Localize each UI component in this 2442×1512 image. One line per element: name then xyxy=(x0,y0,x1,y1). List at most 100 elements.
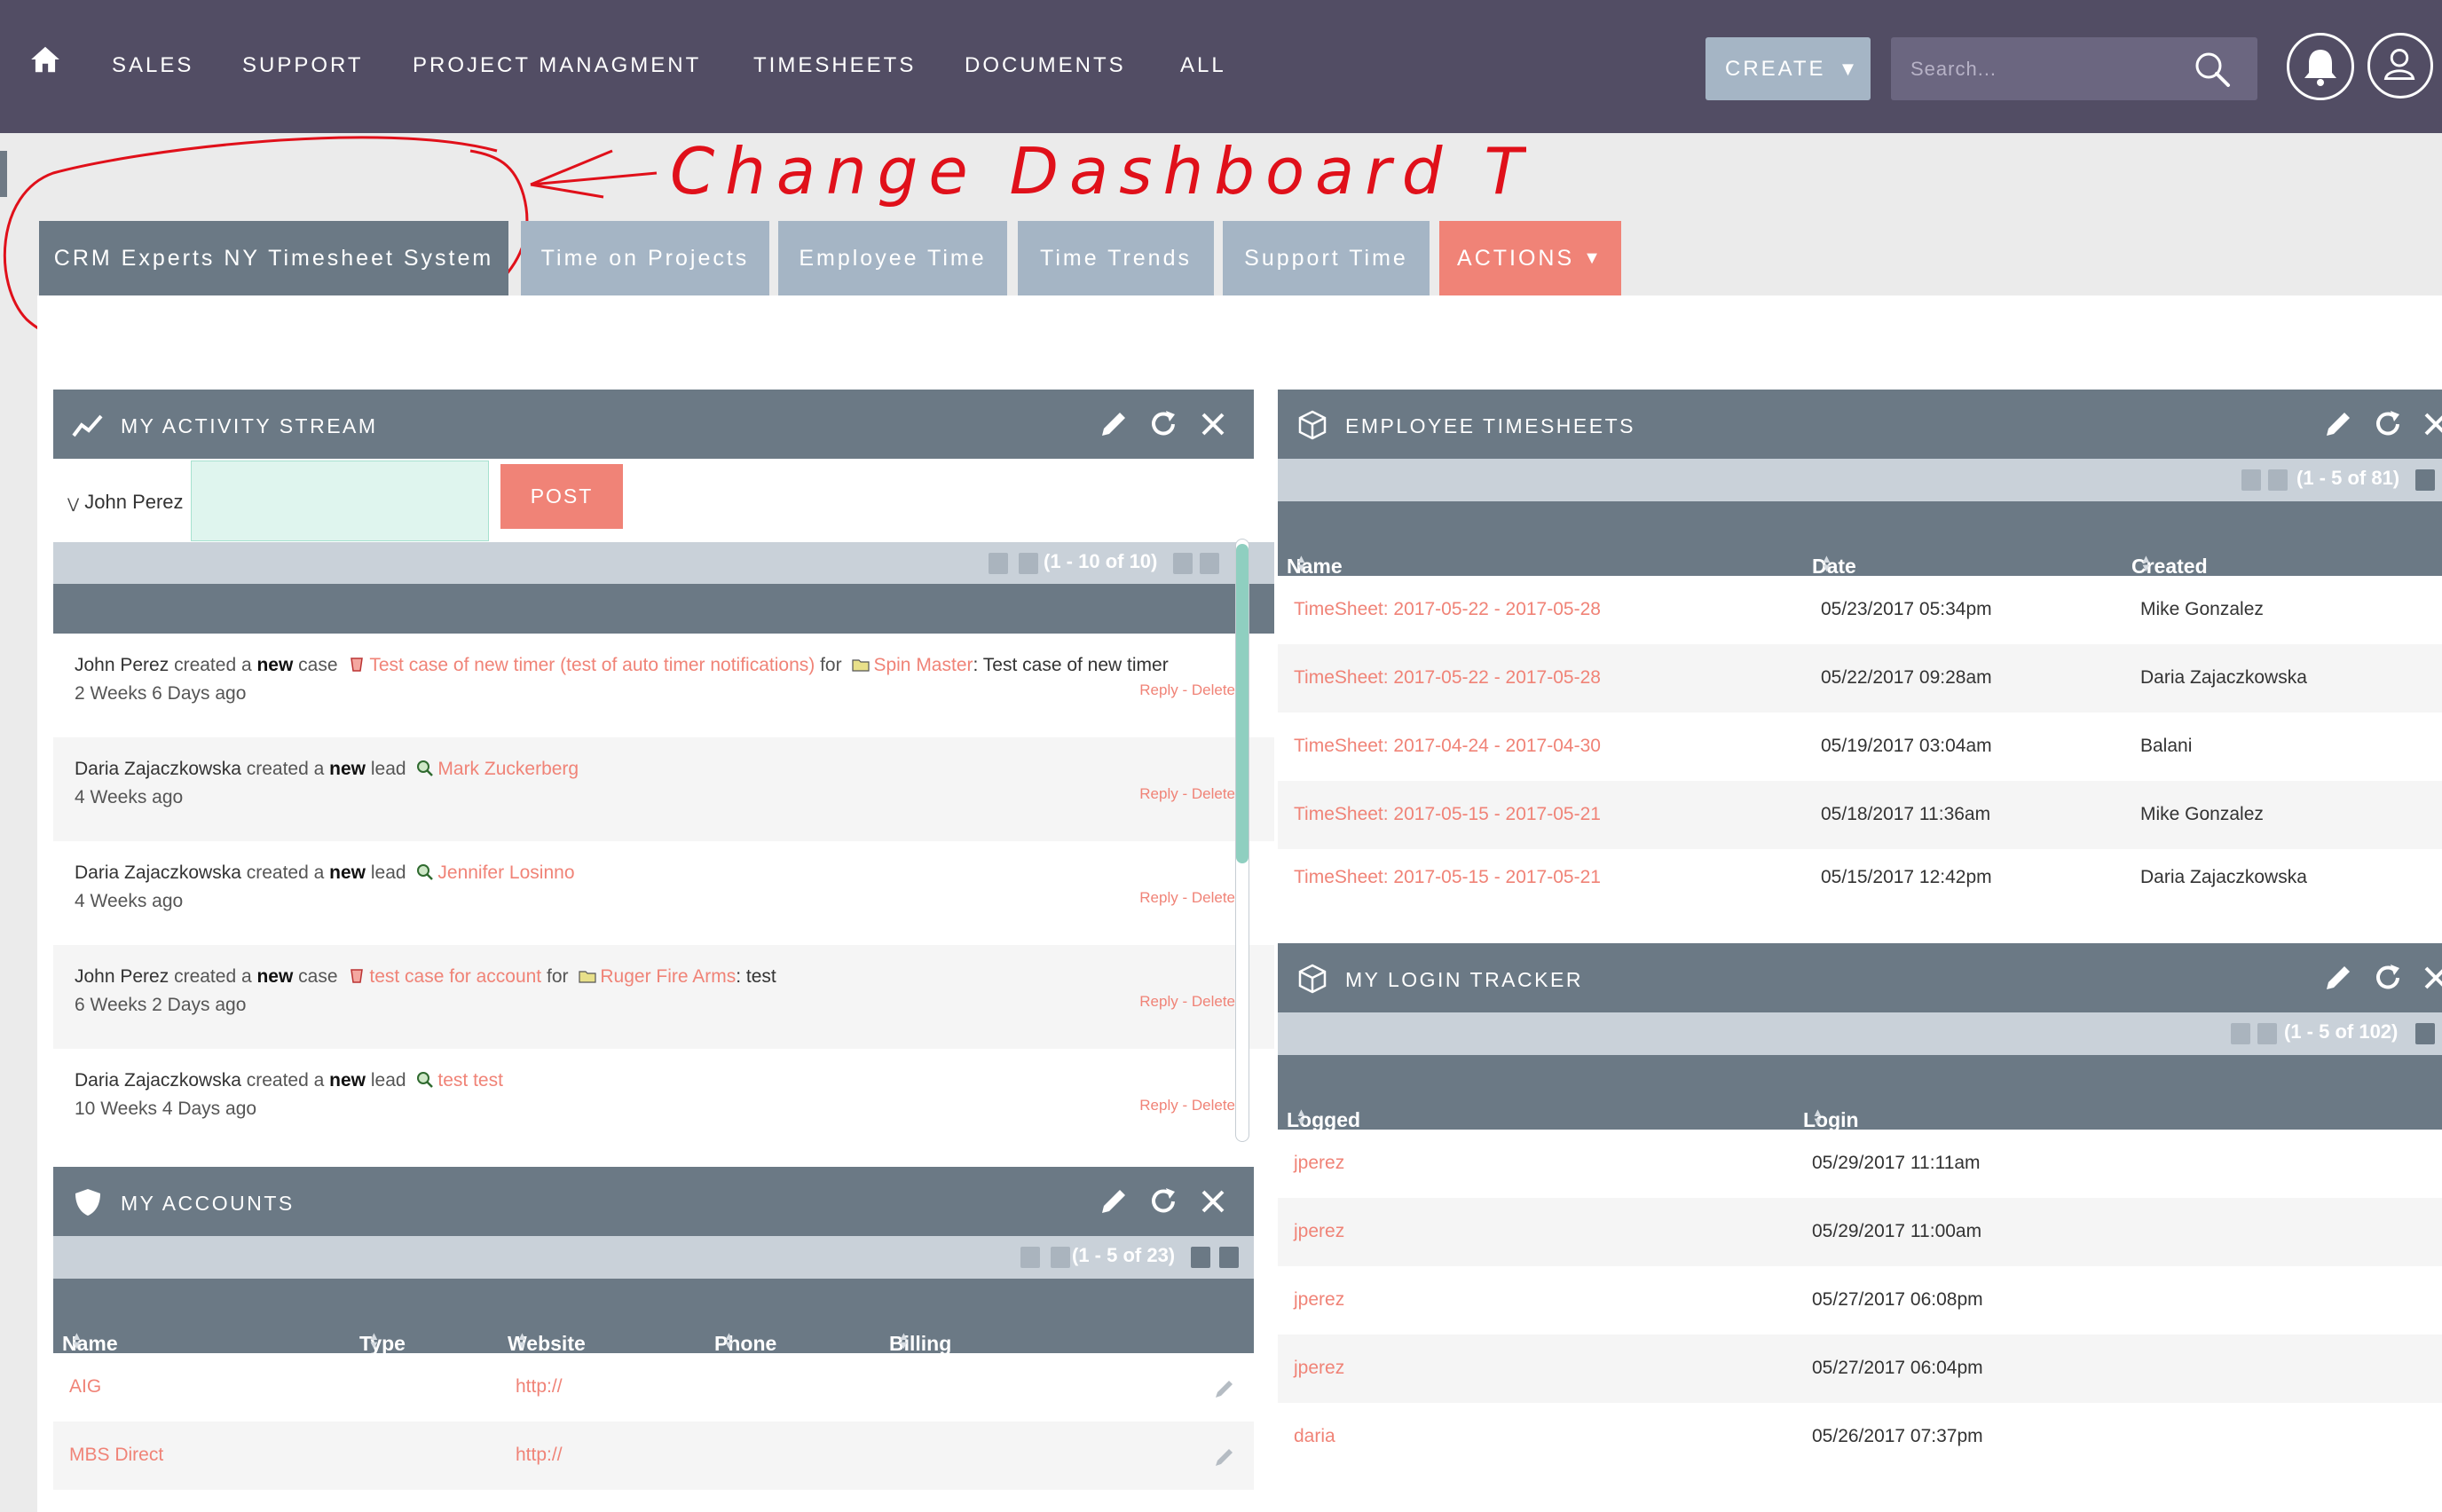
login-user[interactable]: jperez xyxy=(1294,1153,1344,1174)
feed-link[interactable]: Mark Zuckerberg xyxy=(437,759,579,779)
edit-pencil-icon[interactable] xyxy=(2321,961,2355,995)
login-user[interactable]: jperez xyxy=(1294,1289,1344,1311)
next-page-icon[interactable] xyxy=(1191,1247,1210,1268)
prev-page-icon[interactable] xyxy=(2268,469,2288,491)
table-row: TimeSheet: 2017-05-15 - 2017-05-21 05/15… xyxy=(1278,849,2442,897)
pager-count: (1 - 5 of 102) xyxy=(2284,1020,2399,1043)
tab-time-trends[interactable]: Time Trends xyxy=(1018,221,1214,295)
first-page-icon[interactable] xyxy=(2231,1023,2250,1044)
post-text-input[interactable] xyxy=(191,461,489,541)
dashlet-header: MY ACCOUNTS xyxy=(53,1167,1254,1236)
nav-support[interactable]: SUPPORT xyxy=(242,53,364,78)
close-icon[interactable] xyxy=(2419,961,2442,995)
reply-link[interactable]: Reply xyxy=(1139,889,1178,906)
edit-pencil-icon[interactable] xyxy=(1097,407,1130,441)
edit-pencil-icon[interactable] xyxy=(1097,1185,1130,1218)
post-button[interactable]: POST xyxy=(500,464,623,529)
feed-account[interactable]: Ruger Fire Arms xyxy=(600,966,736,987)
first-page-icon[interactable] xyxy=(2241,469,2261,491)
feed-user[interactable]: John Perez xyxy=(75,966,169,987)
next-page-icon[interactable] xyxy=(1173,553,1193,574)
timesheet-name[interactable]: TimeSheet: 2017-04-24 - 2017-04-30 xyxy=(1294,736,1601,757)
nav-sales[interactable]: SALES xyxy=(112,53,193,78)
tab-employee-time[interactable]: Employee Time xyxy=(778,221,1007,295)
timesheet-name[interactable]: TimeSheet: 2017-05-22 - 2017-05-28 xyxy=(1294,667,1601,689)
feed-user[interactable]: Daria Zajaczkowska xyxy=(75,1070,241,1091)
feed-link[interactable]: Jennifer Losinno xyxy=(437,862,574,883)
reply-link[interactable]: Reply xyxy=(1139,785,1178,802)
delete-link[interactable]: Delete xyxy=(1192,681,1235,698)
user-icon xyxy=(2383,49,2415,81)
post-user[interactable]: ⋁ John Perez xyxy=(67,491,184,514)
refresh-icon[interactable] xyxy=(2371,407,2405,441)
search-input[interactable] xyxy=(1910,37,2177,100)
next-page-icon[interactable] xyxy=(2415,1023,2435,1044)
edit-pencil-icon[interactable] xyxy=(1212,1376,1237,1401)
account-name[interactable]: AIG xyxy=(69,1376,101,1398)
tab-actions[interactable]: ACTIONS ▼ xyxy=(1439,221,1621,295)
search-icon[interactable] xyxy=(2193,50,2232,89)
login-user[interactable]: daria xyxy=(1294,1426,1335,1447)
tab-support-time[interactable]: Support Time xyxy=(1223,221,1430,295)
nav-timesheets[interactable]: TIMESHEETS xyxy=(753,53,916,78)
delete-link[interactable]: Delete xyxy=(1192,889,1235,906)
tab-time-on-projects[interactable]: Time on Projects xyxy=(521,221,769,295)
first-page-icon[interactable] xyxy=(989,553,1008,574)
refresh-icon[interactable] xyxy=(2371,961,2405,995)
feed-link[interactable]: Test case of new timer (test of auto tim… xyxy=(369,655,815,675)
home-icon[interactable] xyxy=(28,43,62,76)
account-website[interactable]: http:// xyxy=(516,1445,563,1466)
feed-user[interactable]: Daria Zajaczkowska xyxy=(75,862,241,883)
feed-suffix: : test xyxy=(736,966,776,987)
delete-link[interactable]: Delete xyxy=(1192,1097,1235,1114)
feed-link[interactable]: test test xyxy=(437,1070,503,1091)
prev-page-icon[interactable] xyxy=(1019,553,1038,574)
login-user[interactable]: jperez xyxy=(1294,1221,1344,1242)
reply-link[interactable]: Reply xyxy=(1139,1097,1178,1114)
next-page-icon[interactable] xyxy=(2415,469,2435,491)
account-website[interactable]: http:// xyxy=(516,1376,563,1398)
nav-all[interactable]: ALL xyxy=(1180,53,1226,78)
notifications-button[interactable] xyxy=(2287,33,2354,100)
close-icon[interactable] xyxy=(1196,407,1230,441)
delete-link[interactable]: Delete xyxy=(1192,785,1235,802)
feed-type: case xyxy=(298,655,338,675)
sidebar-toggle[interactable] xyxy=(0,151,7,197)
first-page-icon[interactable] xyxy=(1020,1247,1040,1268)
accounts-dashlet: MY ACCOUNTS (1 - 5 of 23) Name ▲ ▼ Type ▲ ▼ … xyxy=(53,1167,1254,1512)
feed-link[interactable]: test case for account xyxy=(369,966,541,987)
delete-link[interactable]: Delete xyxy=(1192,993,1235,1010)
nav-documents[interactable]: DOCUMENTS xyxy=(965,53,1126,78)
reply-link[interactable]: Reply xyxy=(1139,681,1178,698)
timesheet-name[interactable]: TimeSheet: 2017-05-15 - 2017-05-21 xyxy=(1294,867,1601,888)
refresh-icon[interactable] xyxy=(1146,407,1180,441)
last-page-icon[interactable] xyxy=(1219,1247,1239,1268)
pager-count: (1 - 10 of 10) xyxy=(1044,550,1158,572)
refresh-icon[interactable] xyxy=(1146,1185,1180,1218)
feed-user[interactable]: John Perez xyxy=(75,655,169,675)
nav-project-management[interactable]: PROJECT MANAGMENT xyxy=(413,53,701,78)
create-button[interactable]: CREATE ▼ xyxy=(1705,37,1871,100)
prev-page-icon[interactable] xyxy=(2257,1023,2277,1044)
timesheet-date: 05/18/2017 11:36am xyxy=(1821,804,1991,824)
account-name[interactable]: MBS Direct xyxy=(69,1445,163,1466)
feed-user[interactable]: Daria Zajaczkowska xyxy=(75,759,241,779)
timesheet-name[interactable]: TimeSheet: 2017-05-22 - 2017-05-28 xyxy=(1294,599,1601,620)
login-pager: (1 - 5 of 102) xyxy=(1278,1012,2442,1055)
last-page-icon[interactable] xyxy=(1200,553,1219,574)
cube-icon xyxy=(1298,410,1327,440)
timesheet-created-by: Daria Zajaczkowska xyxy=(2140,867,2307,887)
feed-account[interactable]: Spin Master xyxy=(873,655,973,675)
prev-page-icon[interactable] xyxy=(1051,1247,1070,1268)
login-user[interactable]: jperez xyxy=(1294,1358,1344,1379)
timesheet-name[interactable]: TimeSheet: 2017-05-15 - 2017-05-21 xyxy=(1294,804,1601,825)
reply-link[interactable]: Reply xyxy=(1139,993,1178,1010)
tab-crm-experts-timesheet[interactable]: CRM Experts NY Timesheet System xyxy=(39,221,508,295)
activity-scroll-thumb[interactable] xyxy=(1236,544,1249,863)
edit-pencil-icon[interactable] xyxy=(2321,407,2355,441)
sort-icon: ▲ ▼ xyxy=(1296,552,1307,574)
profile-button[interactable] xyxy=(2367,33,2433,98)
close-icon[interactable] xyxy=(2419,407,2442,441)
close-icon[interactable] xyxy=(1196,1185,1230,1218)
edit-pencil-icon[interactable] xyxy=(1212,1445,1237,1469)
